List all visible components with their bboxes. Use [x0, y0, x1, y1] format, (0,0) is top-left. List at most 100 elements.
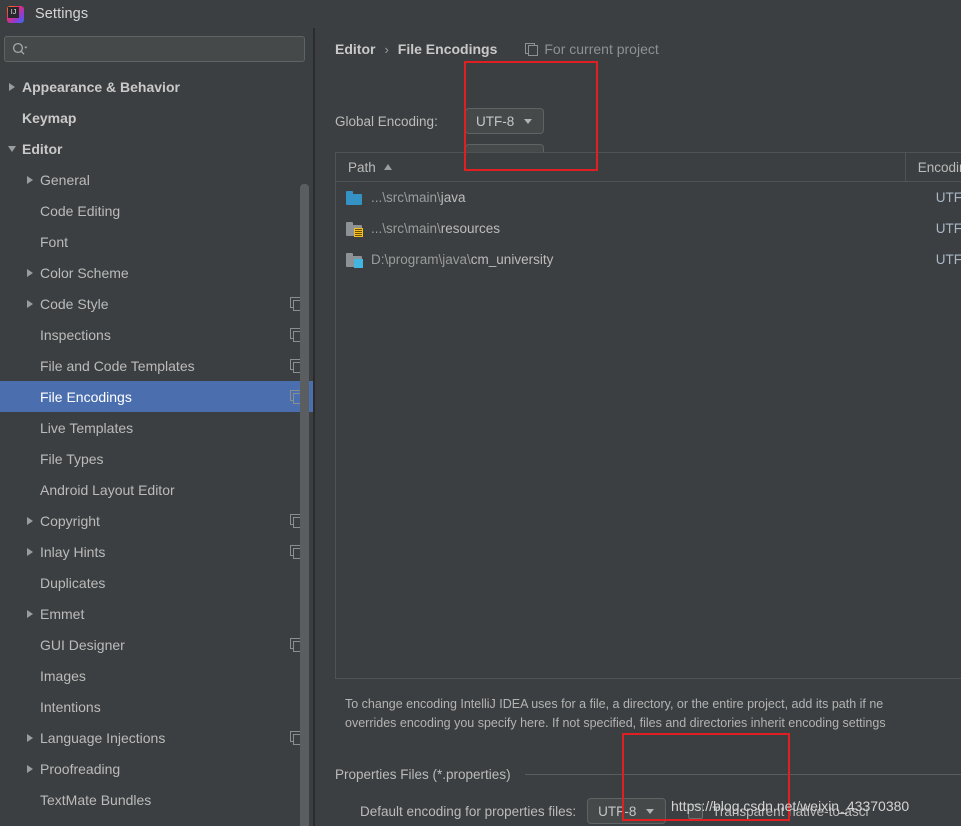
properties-encoding-combo[interactable]: UTF-8 — [587, 798, 667, 824]
chevron-right-icon[interactable] — [22, 299, 38, 308]
chevron-down-icon[interactable] — [4, 145, 20, 152]
sidebar-item-language-injections[interactable]: Language Injections — [0, 722, 313, 753]
properties-encoding-value: UTF-8 — [598, 803, 637, 819]
triangle-glyph — [27, 175, 33, 184]
column-header-path[interactable]: Path — [336, 153, 906, 181]
sidebar-item-file-and-code-templates[interactable]: File and Code Templates — [0, 350, 313, 381]
global-encoding-value: UTF-8 — [476, 113, 515, 129]
sidebar-item-label: Editor — [22, 140, 63, 157]
table-cell-path: D:\program\java\ cm_university — [336, 252, 924, 268]
chevron-right-icon[interactable] — [22, 733, 38, 742]
sidebar-item-label: Duplicates — [40, 574, 106, 591]
table-row[interactable]: ...\src\main\java UTF-8 — [336, 182, 961, 213]
global-encoding-label: Global Encoding: — [335, 113, 438, 129]
sidebar-item-android-layout-editor[interactable]: Android Layout Editor — [0, 474, 313, 505]
settings-dialog: Settings Appearance & Behavior Keymap Edit… — [0, 0, 961, 826]
triangle-glyph — [27, 516, 33, 525]
chevron-right-icon[interactable] — [4, 82, 20, 91]
window-title: Settings — [35, 6, 89, 22]
window-titlebar: Settings — [0, 0, 961, 28]
sidebar-item-gui-designer[interactable]: GUI Designer — [0, 629, 313, 660]
search-box[interactable] — [4, 36, 305, 62]
triangle-glyph — [27, 609, 33, 618]
sidebar-scrollbar-track[interactable] — [300, 106, 311, 826]
chevron-right-icon[interactable] — [22, 547, 38, 556]
table-cell-encoding[interactable]: UTF-8 — [924, 221, 961, 236]
chevron-right-icon[interactable] — [22, 175, 38, 184]
sidebar-scrollbar-thumb[interactable] — [300, 184, 309, 826]
sidebar-item-label: File and Code Templates — [40, 357, 195, 374]
properties-section-header: Properties Files (*.properties) — [335, 767, 961, 782]
sidebar-item-textmate-bundles[interactable]: TextMate Bundles — [0, 784, 313, 815]
sidebar-item-code-editing[interactable]: Code Editing — [0, 195, 313, 226]
sidebar-item-code-style[interactable]: Code Style — [0, 288, 313, 319]
sidebar-item-general[interactable]: General — [0, 164, 313, 195]
sidebar-item-label: Copyright — [40, 512, 100, 529]
sidebar-item-label: Android Layout Editor — [40, 481, 175, 498]
sidebar-item-label: Keymap — [22, 109, 77, 126]
table-row[interactable]: ...\src\main\resources UTF-8 — [336, 213, 961, 244]
table-cell-encoding[interactable]: UTF-8 — [924, 190, 961, 205]
search-area — [0, 28, 313, 69]
table-header: Path Encoding — [336, 153, 961, 182]
path-leaf: resources — [440, 221, 501, 236]
folder-body — [346, 193, 362, 205]
column-header-encoding-label: Encoding — [917, 159, 961, 175]
table-help-text-line1: To change encoding IntelliJ IDEA uses fo… — [345, 697, 884, 711]
sidebar-item-appearance-behavior[interactable]: Appearance & Behavior — [0, 71, 313, 102]
search-input[interactable] — [33, 41, 304, 57]
sidebar-item-copyright[interactable]: Copyright — [0, 505, 313, 536]
properties-section-title: Properties Files (*.properties) — [335, 767, 511, 782]
chevron-right-icon[interactable] — [22, 516, 38, 525]
triangle-glyph — [27, 733, 33, 742]
chevron-right-icon[interactable] — [22, 609, 38, 618]
breadcrumb-separator: › — [384, 41, 389, 57]
scope-indicator: For current project — [525, 41, 659, 57]
main-panel: Editor › File Encodings For current proj… — [315, 28, 961, 826]
triangle-glyph — [27, 268, 33, 277]
sidebar-item-inlay-hints[interactable]: Inlay Hints — [0, 536, 313, 567]
sidebar-item-label: Emmet — [40, 605, 85, 622]
column-header-path-label: Path — [348, 159, 376, 175]
sidebar-item-font[interactable]: Font — [0, 226, 313, 257]
search-icon — [12, 42, 28, 56]
sidebar-item-duplicates[interactable]: Duplicates — [0, 567, 313, 598]
encodings-table: Path Encoding ...\src\main\javaUTF-8...\… — [335, 152, 961, 679]
sidebar-item-emmet[interactable]: Emmet — [0, 598, 313, 629]
sidebar-item-label: Inlay Hints — [40, 543, 106, 560]
section-divider — [524, 774, 961, 775]
sidebar-item-keymap[interactable]: Keymap — [0, 102, 313, 133]
chevron-down-icon — [524, 118, 533, 124]
breadcrumb-parent[interactable]: Editor — [335, 41, 375, 57]
chevron-down-icon — [646, 808, 655, 814]
settings-tree: Appearance & Behavior Keymap Editor General… — [0, 69, 313, 824]
sidebar-item-label: Images — [40, 667, 86, 684]
column-header-encoding[interactable]: Encoding — [906, 153, 961, 181]
global-encoding-combo[interactable]: UTF-8 — [465, 108, 544, 134]
watermark: https://blog.csdn.net/weixin_43370380 — [671, 798, 910, 814]
sidebar-item-label: Code Style — [40, 295, 109, 312]
sidebar-item-label: Intentions — [40, 698, 101, 715]
sidebar-item-color-scheme[interactable]: Color Scheme — [0, 257, 313, 288]
path-leaf: java — [440, 190, 466, 205]
sidebar-item-label: Appearance & Behavior — [22, 78, 180, 95]
path-prefix: ...\src\main\ — [371, 190, 441, 205]
path-prefix: ...\src\main\ — [371, 221, 441, 236]
folder-overlay-icon — [354, 227, 363, 237]
triangle-glyph — [27, 764, 33, 773]
path-prefix: D:\program\java\ — [371, 252, 471, 267]
sidebar-item-images[interactable]: Images — [0, 660, 313, 691]
table-row[interactable]: D:\program\java\cm_universityUTF-8 — [336, 244, 961, 275]
chevron-right-icon[interactable] — [22, 268, 38, 277]
sidebar-item-editor[interactable]: Editor — [0, 133, 313, 164]
table-body: ...\src\main\javaUTF-8...\src\main\resou… — [336, 182, 961, 275]
table-cell-encoding[interactable]: UTF-8 — [924, 252, 961, 267]
sidebar-item-label: File Encodings — [40, 388, 132, 405]
chevron-right-icon[interactable] — [22, 764, 38, 773]
sidebar-item-file-types[interactable]: File Types — [0, 443, 313, 474]
sidebar-item-live-templates[interactable]: Live Templates — [0, 412, 313, 443]
sidebar-item-inspections[interactable]: Inspections — [0, 319, 313, 350]
sidebar-item-proofreading[interactable]: Proofreading — [0, 753, 313, 784]
sidebar-item-intentions[interactable]: Intentions — [0, 691, 313, 722]
sidebar-item-file-encodings[interactable]: File Encodings — [0, 381, 313, 412]
